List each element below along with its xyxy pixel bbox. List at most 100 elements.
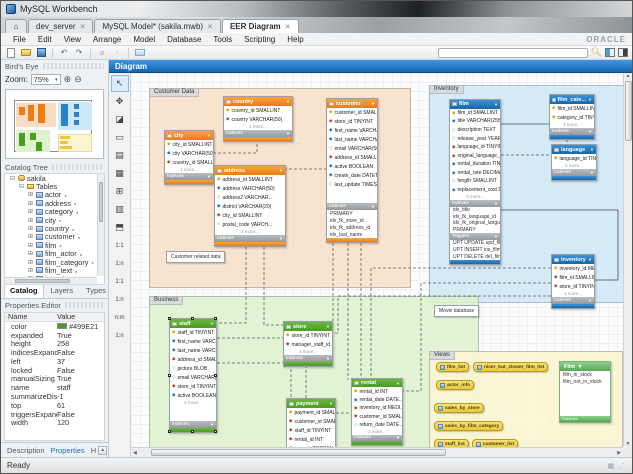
column-row[interactable]: ◆category_id TINY... (550, 113, 594, 122)
column-row[interactable]: ◇picture BLOB (170, 364, 216, 373)
menu-file[interactable]: File (7, 35, 32, 44)
table-customer[interactable]: customer▼◆customer_id SMALLI...◆store_id… (326, 98, 378, 243)
undo-button[interactable]: ↶ (58, 47, 70, 58)
note-note_customer[interactable]: Customer related data (166, 251, 225, 263)
property-row-left[interactable]: left37 (5, 357, 104, 366)
tree-expander-icon[interactable]: ⊞ (27, 233, 34, 240)
menu-database[interactable]: Database (161, 35, 207, 44)
column-row[interactable]: ◆film_id SMALLINT (552, 273, 594, 282)
tree-expander-icon[interactable]: ⊞ (27, 217, 34, 224)
section-item[interactable]: PRIMARY (327, 210, 377, 217)
column-row[interactable]: ◆payment_id SMAL... (287, 408, 335, 417)
expand-icon[interactable]: ▼ (494, 234, 498, 239)
column-row[interactable]: ◆country_id SMALLINT (165, 158, 213, 167)
section-item[interactable]: idx_fk_store_id (327, 217, 377, 224)
column-row[interactable]: ◆city_id SMALLINT (165, 140, 213, 149)
section-item[interactable]: idx_fk_address_id (327, 224, 377, 231)
scroll-up-icon[interactable]: ▲ (624, 73, 632, 79)
property-row-manualSizing[interactable]: manualSizingTrue (5, 375, 104, 384)
column-row[interactable]: ◆title VARCHAR(255) (450, 117, 500, 126)
section-item[interactable]: idx_fk_language_id (450, 213, 500, 220)
table-header[interactable]: inventory▼ (552, 255, 594, 264)
column-row[interactable]: ◆city_id SMALLINT (215, 211, 285, 220)
collapse-icon[interactable]: ▼ (577, 364, 582, 370)
view-sales_by_film_category[interactable]: sales_by_film_category (434, 421, 503, 431)
rel-1n-nonidentifying-tool[interactable]: 1:n (111, 255, 129, 272)
collapse-icon[interactable]: ▼ (494, 102, 498, 107)
table-city[interactable]: city▼◆city_id SMALLINT◆city VARCHAR(50)◆… (164, 130, 214, 185)
section-indexes[interactable]: Indexes▼ (352, 435, 402, 442)
rel-11-identifying-tool[interactable]: 1:1 (111, 273, 129, 290)
note-tool[interactable]: ▤ (111, 147, 129, 164)
open-model-button[interactable] (20, 47, 32, 58)
view-film_list[interactable]: film_list (436, 362, 469, 372)
eer-diagram-canvas[interactable]: Customer DataInventoryBusinessViewscount… (131, 73, 626, 448)
tree-expander-icon[interactable]: ⊞ (27, 208, 34, 215)
column-row[interactable]: ◆replacement_cost D... (450, 186, 500, 195)
birds-eye-minimap[interactable] (5, 89, 104, 159)
column-row[interactable]: ◆rental_date DATE... (352, 396, 402, 404)
selection-handle[interactable] (214, 374, 217, 377)
column-row[interactable]: ◇return_date DATE... (352, 421, 402, 429)
search-icon[interactable]: 🔍︎ (591, 48, 602, 57)
column-row[interactable]: ◆rental_duration TIN... (450, 160, 500, 169)
table-store[interactable]: store▼◆store_id TINYINT◆manager_staff_id… (283, 321, 333, 367)
column-row[interactable]: ◆language_id TINYINT (450, 143, 500, 152)
tree-expander-icon[interactable]: ⊞ (27, 267, 34, 274)
collapse-icon[interactable]: ▼ (329, 401, 333, 406)
column-row[interactable]: ◇postal_code VARCH... (215, 220, 285, 229)
selection-handle[interactable] (168, 317, 171, 320)
expand-icon[interactable]: ▼ (396, 435, 400, 440)
column-row[interactable]: ◇email VARCHAR(50) (327, 144, 377, 153)
tree-expander-icon[interactable]: ⊞ (27, 200, 34, 207)
routine-group-tool[interactable]: ⬒ (111, 219, 129, 236)
table-header[interactable]: customer▼ (327, 99, 377, 108)
table-inventory[interactable]: inventory▼◆inventory_id MEDI...◆film_id … (551, 254, 595, 309)
property-row-triggersExpanded[interactable]: triggersExpandedFalse (5, 410, 104, 419)
view-sales_by_store[interactable]: sales_by_store (434, 403, 484, 413)
collapse-icon[interactable]: ▼ (588, 257, 592, 262)
column-row[interactable]: ◆rental_id INT (287, 435, 335, 444)
column-row[interactable]: ◆staff_id TINYINT (287, 426, 335, 435)
zoom-combobox[interactable]: 75%▾ (31, 74, 61, 85)
view-tool[interactable]: ▥ (111, 201, 129, 218)
column-row[interactable]: ◆create_date DATETI... (327, 171, 377, 180)
rel-11-nonidentifying-tool[interactable]: 1:1 (111, 237, 129, 254)
property-row-top[interactable]: top61 (5, 401, 104, 410)
table-header[interactable]: film_cate...▼ (550, 95, 594, 104)
menu-edit[interactable]: Edit (32, 35, 58, 44)
expand-icon[interactable]: ▼ (494, 201, 498, 206)
section-indexes[interactable]: Indexes▼ (552, 169, 596, 176)
expand-icon[interactable]: ▼ (590, 170, 594, 175)
table-header[interactable]: city▼ (165, 131, 213, 140)
section-indexes[interactable]: Indexes▼ (327, 203, 377, 210)
column-row[interactable]: ◆original_language_i... (450, 151, 500, 160)
expand-icon[interactable]: ▼ (210, 422, 214, 427)
tab-close-icon[interactable]: ✕ (80, 23, 86, 31)
scroll-left-icon[interactable]: ◀ (131, 450, 139, 456)
column-row[interactable]: ◆store_id TINYINT (170, 382, 216, 391)
property-row-indicesExpanded[interactable]: indicesExpandedFalse (5, 348, 104, 357)
table-header[interactable]: staff▼ (170, 319, 216, 328)
collapse-icon[interactable]: ▼ (279, 168, 283, 173)
routine-item[interactable]: film_not_in_stock (560, 378, 610, 385)
section-item[interactable]: UPT UPDATE upd_film (450, 240, 500, 247)
tab-close-icon[interactable]: ✕ (207, 23, 213, 31)
collapse-icon[interactable]: ▼ (210, 321, 214, 326)
expand-icon[interactable]: ▼ (286, 131, 290, 136)
menu-arrange[interactable]: Arrange (87, 35, 127, 44)
tab-scroll-up-button[interactable]: ▲ (98, 446, 107, 455)
view-nicer_but_slower_film_list[interactable]: nicer_but_slower_film_list (473, 362, 548, 372)
section-item[interactable]: UPT DELETE del_film (450, 253, 500, 260)
tree-expander-icon[interactable]: ⊟ (9, 175, 16, 182)
table-header[interactable]: language▼ (552, 145, 596, 154)
tab-catalog[interactable]: Catalog (4, 284, 44, 298)
column-row[interactable]: ◆film_id SMALLINT (550, 104, 594, 113)
table-address[interactable]: address▼◆address_id SMALLINT◆address VAR… (214, 165, 286, 247)
table-header[interactable]: address▼ (215, 166, 285, 175)
routine-group-film[interactable]: Film▼film_in_stockfilm_not_in_stockRouti… (559, 361, 611, 423)
section-indexes[interactable]: Indexes▼ (224, 130, 292, 137)
tab-description[interactable]: Description (7, 446, 45, 455)
column-row[interactable]: ◆customer_id SMAL... (352, 412, 402, 420)
column-row[interactable]: ◆first_name VARCHA... (327, 126, 377, 135)
